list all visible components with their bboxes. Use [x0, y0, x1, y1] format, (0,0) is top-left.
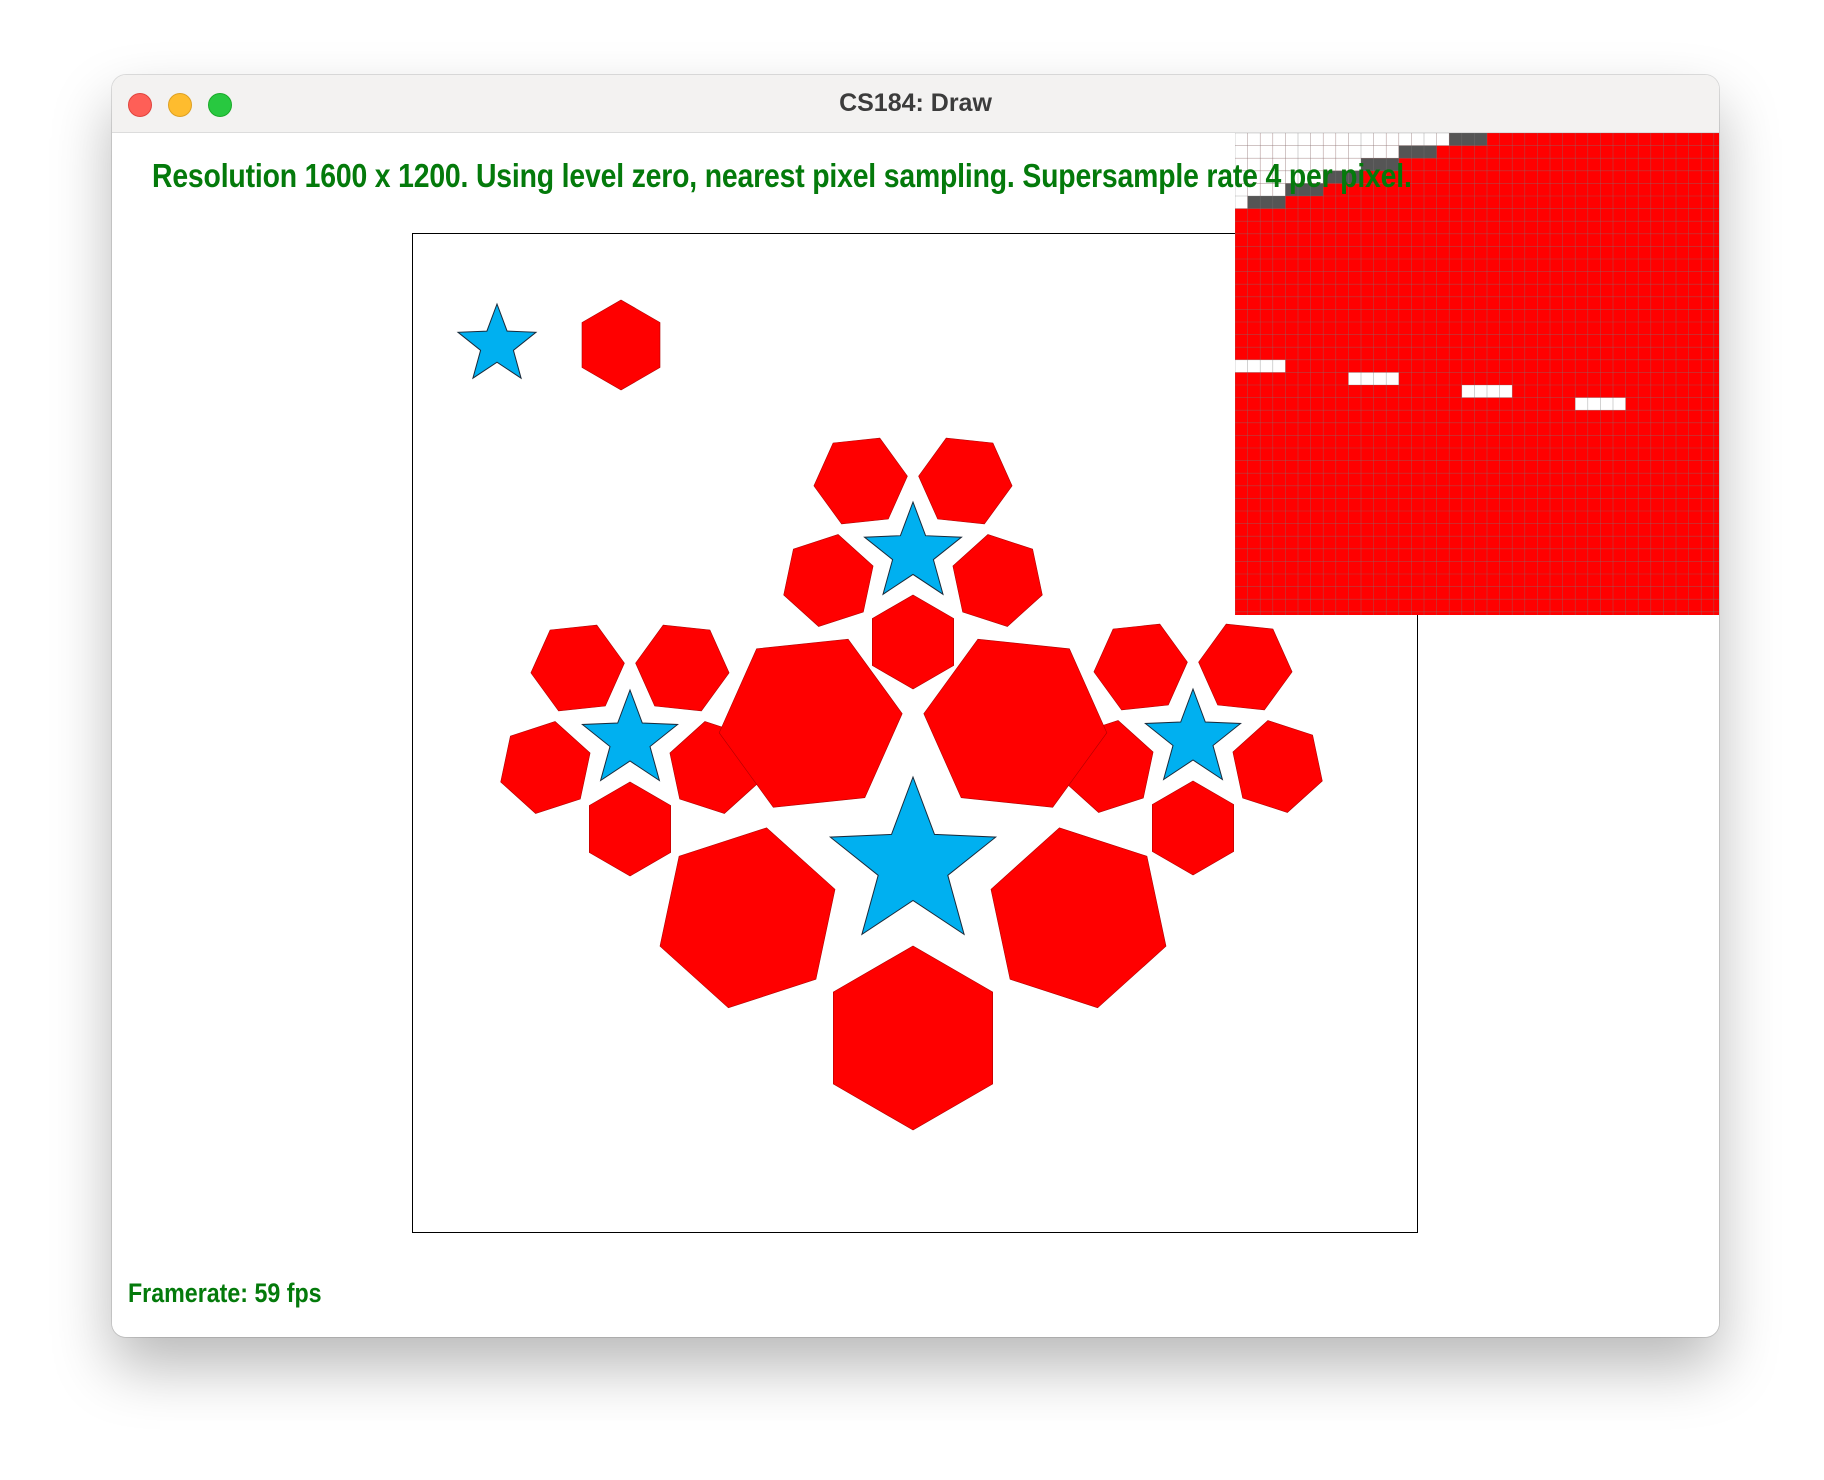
top-flower-hexagon-4: [871, 594, 955, 690]
top-flower-hexagon-2: [918, 437, 1013, 525]
left-flower-hexagon-4: [588, 781, 672, 877]
right-flower-hexagon-3: [1232, 720, 1323, 813]
framerate-text: Framerate: 59 fps: [128, 1278, 322, 1308]
left-flower-hexagon-1: [530, 624, 625, 712]
center-flower-star: [828, 775, 998, 936]
star-group: [456, 302, 1242, 936]
zoom-red-fill: [1235, 133, 1719, 615]
center-flower-hexagon-3: [990, 827, 1167, 1009]
right-flower-hexagon-1: [1093, 623, 1188, 711]
top-flower-hexagon-5: [783, 534, 874, 627]
center-flower-hexagon-4: [832, 945, 994, 1131]
left-flower-hexagon-5: [500, 721, 591, 814]
title-bar[interactable]: CS184: Draw: [112, 75, 1719, 133]
status-text: Resolution 1600 x 1200. Using level zero…: [152, 157, 1412, 194]
pixel-zoom-inspector: [1235, 133, 1719, 615]
top-flower-hexagon-1: [813, 437, 908, 525]
app-window: CS184: Draw Resolution 1600 x 1200. Usin…: [112, 75, 1719, 1337]
center-flower-hexagon-5: [659, 827, 836, 1009]
window-title: CS184: Draw: [839, 89, 992, 117]
sample-hexagon: [581, 299, 661, 391]
left-flower-hexagon-2: [635, 624, 730, 712]
right-flower-hexagon-2: [1198, 623, 1293, 711]
right-flower-hexagon-4: [1152, 780, 1234, 876]
sample-star: [456, 302, 538, 380]
draw-viewport[interactable]: Resolution 1600 x 1200. Using level zero…: [112, 133, 1719, 1337]
top-flower-hexagon-3: [952, 534, 1043, 627]
